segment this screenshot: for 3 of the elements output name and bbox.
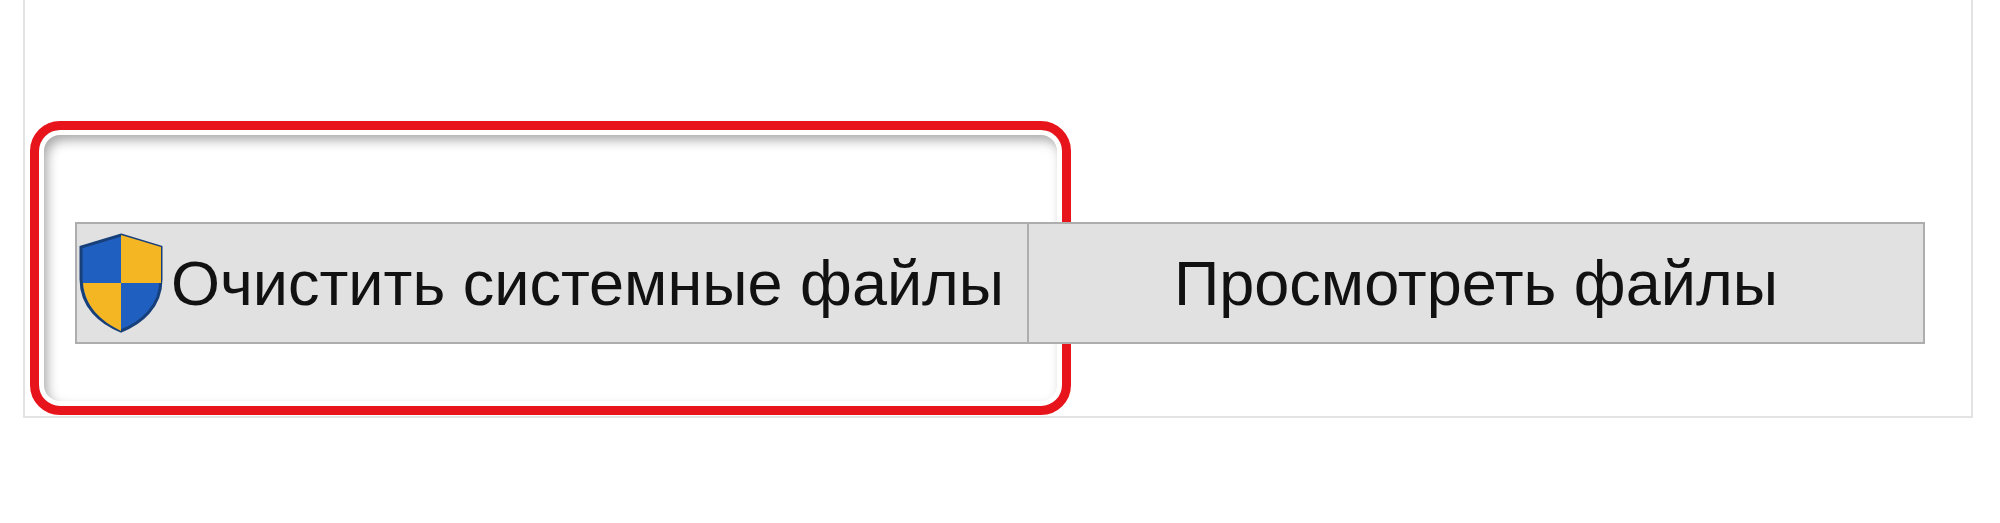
view-files-button[interactable]: Просмотреть файлы: [1029, 222, 1925, 344]
shield-icon: [77, 231, 165, 335]
clean-system-files-button[interactable]: Очистить системные файлы: [75, 222, 1029, 344]
